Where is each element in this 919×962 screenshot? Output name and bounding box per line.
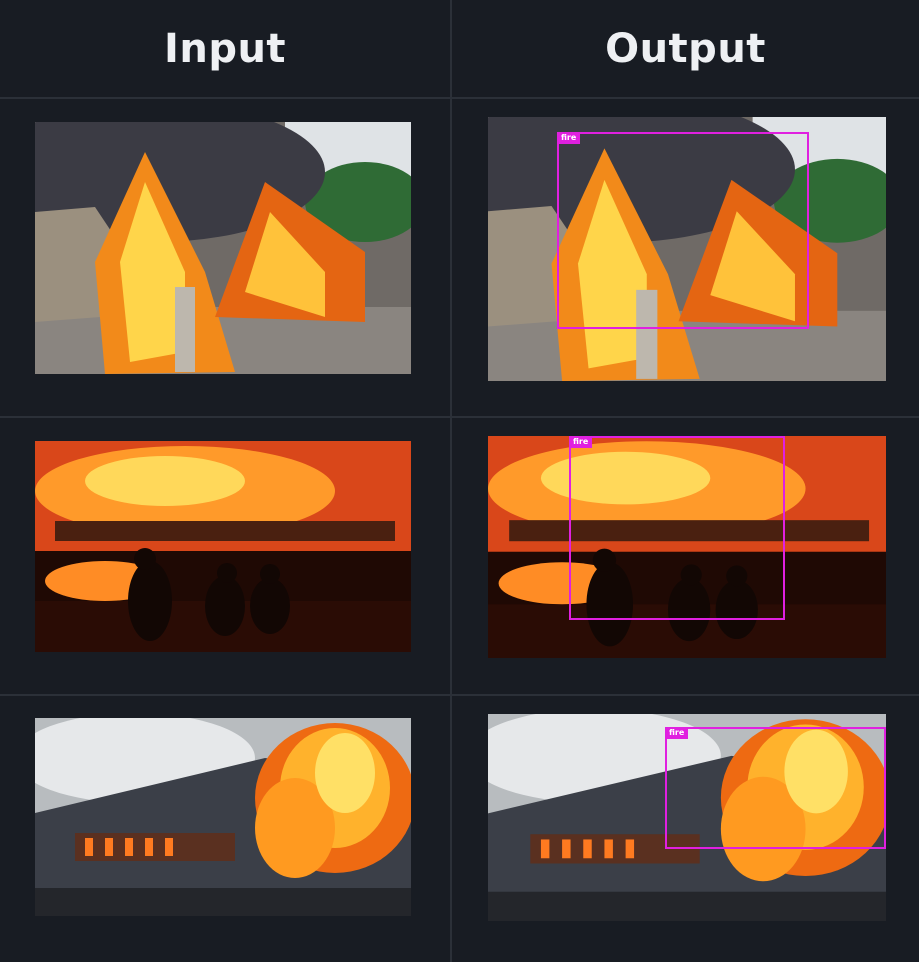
row-divider — [0, 416, 919, 418]
column-divider — [450, 0, 452, 962]
input-column-header: Input — [163, 25, 287, 72]
row-divider — [0, 97, 919, 99]
detection-label: fire — [557, 132, 581, 144]
row-divider — [0, 694, 919, 696]
detection-label: fire — [665, 727, 689, 739]
input-image-firefighters — [35, 441, 411, 652]
output-image-firefighters: fire — [488, 436, 886, 658]
output-image-train: fire — [488, 714, 886, 921]
comparison-grid: Input Output fire fire fire — [0, 0, 919, 962]
detection-box: fire — [569, 436, 785, 620]
input-image-huts — [35, 122, 411, 374]
detection-box: fire — [557, 132, 809, 329]
detection-box: fire — [665, 727, 886, 849]
output-image-huts: fire — [488, 117, 886, 381]
detection-label: fire — [569, 436, 593, 448]
output-column-header: Output — [605, 25, 766, 72]
input-image-train — [35, 718, 411, 916]
